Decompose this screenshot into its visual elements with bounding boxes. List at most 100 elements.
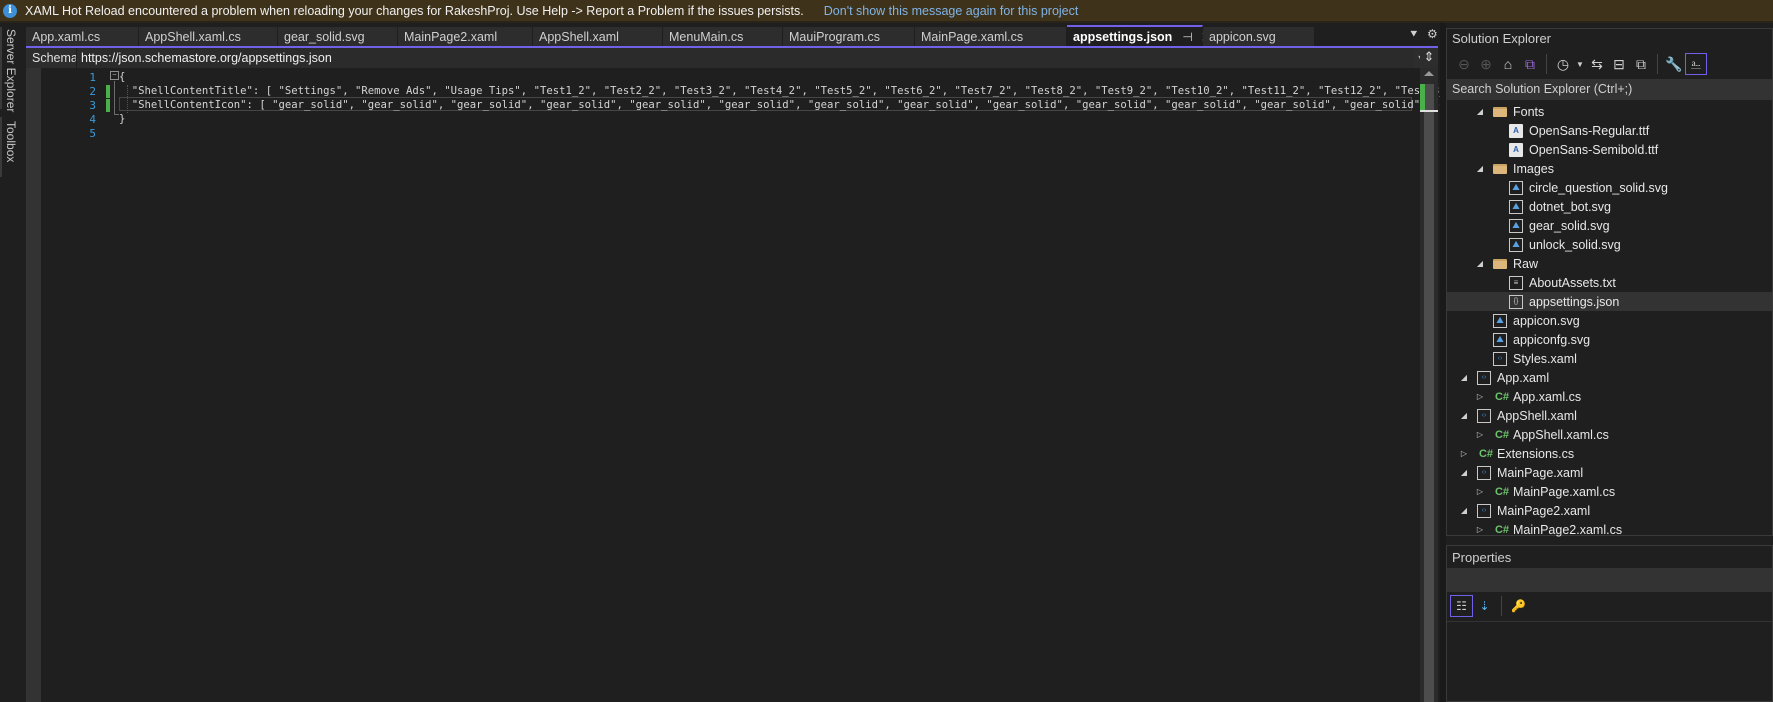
tree-item-label: unlock_solid.svg	[1529, 237, 1621, 252]
expand-arrow-icon[interactable]: ▷	[1475, 392, 1485, 401]
tab-appshell-xaml[interactable]: AppShell.xaml	[533, 27, 663, 47]
tree-item[interactable]: ◢ Fonts	[1447, 102, 1772, 121]
tree-item[interactable]: ◢ ‹› App.xaml	[1447, 368, 1772, 387]
tree-item[interactable]: ▷ C# AppShell.xaml.cs	[1447, 425, 1772, 444]
image-file-icon: ⛰	[1493, 313, 1507, 328]
schema-url-input[interactable]: https://json.schemastore.org/appsettings…	[76, 48, 1414, 68]
tree-item-label: Raw	[1513, 256, 1539, 271]
tab-label: AppShell.xaml	[539, 30, 619, 44]
tree-item-label: appiconfg.svg	[1513, 332, 1591, 347]
collapse-arrow-icon[interactable]: ◢	[1459, 506, 1469, 515]
expand-arrow-icon[interactable]: ▷	[1475, 487, 1485, 496]
line-number: 5	[89, 127, 96, 140]
tree-item[interactable]: ⛰ unlock_solid.svg	[1447, 235, 1772, 254]
sync-icon[interactable]: ⇆	[1586, 53, 1608, 75]
forward-icon[interactable]: ⊕	[1475, 53, 1497, 75]
fold-collapse-icon[interactable]: −	[110, 71, 119, 80]
tab-appicon-svg[interactable]: appicon.svg	[1203, 27, 1315, 47]
tab-menumain-cs[interactable]: MenuMain.cs	[663, 27, 783, 47]
solution-explorer-search-input[interactable]: Search Solution Explorer (Ctrl+;)	[1447, 79, 1772, 100]
tree-item[interactable]: ▷ C# MainPage.xaml.cs	[1447, 482, 1772, 501]
tree-item[interactable]: ≡ AboutAssets.txt	[1447, 273, 1772, 292]
tree-item[interactable]: ◢ Images	[1447, 159, 1772, 178]
tab-appsettings-json[interactable]: appsettings.json ⊣ ✕	[1067, 25, 1213, 47]
tree-item[interactable]: A OpenSans-Semibold.ttf	[1447, 140, 1772, 159]
scroll-up-arrow-icon[interactable]	[1424, 71, 1434, 76]
tree-item[interactable]: ▷ C# App.xaml.cs	[1447, 387, 1772, 406]
code-editor[interactable]: 1 2 3 4 5 − { "ShellContentTitle": [ "Se…	[26, 68, 1465, 702]
tree-item[interactable]: ▷ C# MainPage2.xaml.cs	[1447, 520, 1772, 539]
tree-item[interactable]: A OpenSans-Regular.ttf	[1447, 121, 1772, 140]
alphabetical-icon[interactable]: ⇣	[1473, 595, 1496, 617]
dropdown-icon[interactable]: ▼	[1574, 53, 1586, 75]
expand-arrow-icon[interactable]: ▷	[1459, 449, 1469, 458]
tree-item[interactable]: ◢ ‹› MainPage.xaml	[1447, 463, 1772, 482]
tree-item[interactable]: ◢ ‹› MainPage2.xaml	[1447, 501, 1772, 520]
tab-list-dropdown-icon[interactable]: ⯆	[1409, 27, 1419, 42]
back-icon[interactable]: ⊖	[1453, 53, 1475, 75]
collapse-arrow-icon[interactable]: ◢	[1475, 107, 1485, 116]
tab-label: MainPage.xaml.cs	[921, 30, 1024, 44]
tree-item-label: MainPage.xaml	[1497, 465, 1584, 480]
tree-item[interactable]: ⛰ appiconfg.svg	[1447, 330, 1772, 349]
tree-item-label: Extensions.cs	[1497, 446, 1575, 461]
tab-appshell-xaml-cs[interactable]: AppShell.xaml.cs	[139, 27, 278, 47]
preview-selected-icon[interactable]: ⎁	[1685, 53, 1707, 75]
switch-views-icon[interactable]: ⧉	[1519, 53, 1541, 75]
text-file-icon: ≡	[1509, 275, 1523, 290]
tree-item[interactable]: ◢ ‹› AppShell.xaml	[1447, 406, 1772, 425]
tab-app-xaml-cs[interactable]: App.xaml.cs	[26, 27, 139, 47]
tree-item[interactable]: ◢ Raw	[1447, 254, 1772, 273]
xaml-file-icon: ‹›	[1477, 408, 1491, 423]
categorized-icon[interactable]: ☷	[1450, 595, 1473, 617]
tab-mauiprogram-cs[interactable]: MauiProgram.cs	[783, 27, 915, 47]
tree-item-label: AboutAssets.txt	[1529, 275, 1616, 290]
tree-item[interactable]: {} appsettings.json	[1447, 292, 1772, 311]
tree-item-label: App.xaml	[1497, 370, 1550, 385]
server-explorer-tab[interactable]: Server Explorer	[4, 29, 18, 112]
xaml-file-icon: ‹›	[1477, 465, 1491, 480]
code-line-2: "ShellContentTitle": [ "Settings", "Remo…	[119, 85, 1459, 97]
properties-object-selector[interactable]	[1447, 568, 1772, 592]
tree-item-label: circle_question_solid.svg	[1529, 180, 1668, 195]
collapse-all-icon[interactable]: ⊟	[1608, 53, 1630, 75]
split-window-icon[interactable]: ⇕	[1420, 48, 1438, 68]
show-all-files-icon[interactable]: ⧉	[1630, 53, 1652, 75]
tree-item-label: Styles.xaml	[1513, 351, 1577, 366]
collapse-arrow-icon[interactable]: ◢	[1475, 164, 1485, 173]
tab-mainpage2-xaml[interactable]: MainPage2.xaml	[398, 27, 533, 47]
image-file-icon: ⛰	[1493, 332, 1507, 347]
folder-icon	[1493, 258, 1507, 269]
dont-show-again-link[interactable]: Don't show this message again for this p…	[824, 4, 1079, 18]
expand-arrow-icon[interactable]: ▷	[1475, 525, 1485, 534]
tab-mainpage-xaml-cs[interactable]: MainPage.xaml.cs	[915, 27, 1067, 47]
collapse-arrow-icon[interactable]: ◢	[1475, 259, 1485, 268]
image-file-icon: ⛰	[1509, 199, 1523, 214]
property-pages-icon[interactable]: 🔑	[1507, 595, 1530, 617]
pin-tab-icon[interactable]: ⊣	[1182, 30, 1192, 44]
tree-item-label: MainPage.xaml.cs	[1513, 484, 1616, 499]
properties-wrench-icon[interactable]: 🔧	[1663, 53, 1685, 75]
editor-vertical-scrollbar[interactable]	[1420, 68, 1438, 702]
home-icon[interactable]: ⌂	[1497, 53, 1519, 75]
line-number: 3	[89, 99, 96, 112]
tree-item[interactable]: ⛰ dotnet_bot.svg	[1447, 197, 1772, 216]
tab-label: MauiProgram.cs	[789, 30, 880, 44]
tree-item[interactable]: ⛰ circle_question_solid.svg	[1447, 178, 1772, 197]
solution-tree: ◢ Fonts A OpenSans-Regular.ttf A OpenSans-Sem…	[1447, 102, 1772, 539]
tree-item[interactable]: ▷ C# Extensions.cs	[1447, 444, 1772, 463]
tree-item[interactable]: ‹› Styles.xaml	[1447, 349, 1772, 368]
expand-arrow-icon[interactable]: ▷	[1475, 430, 1485, 439]
scrollbar-thumb[interactable]	[1424, 84, 1434, 702]
visual-studio-window: i XAML Hot Reload encountered a problem …	[0, 0, 1773, 702]
tree-item[interactable]: ⛰ appicon.svg	[1447, 311, 1772, 330]
collapse-arrow-icon[interactable]: ◢	[1459, 411, 1469, 420]
collapse-arrow-icon[interactable]: ◢	[1459, 468, 1469, 477]
tab-gear-solid-svg[interactable]: gear_solid.svg	[278, 27, 398, 47]
tab-label: MainPage2.xaml	[404, 30, 498, 44]
tree-item[interactable]: ⛰ gear_solid.svg	[1447, 216, 1772, 235]
tab-settings-gear-icon[interactable]: ⚙	[1427, 27, 1438, 41]
toolbox-tab[interactable]: Toolbox	[4, 121, 18, 162]
pending-changes-filter-icon[interactable]: ◷	[1552, 53, 1574, 75]
collapse-arrow-icon[interactable]: ◢	[1459, 373, 1469, 382]
